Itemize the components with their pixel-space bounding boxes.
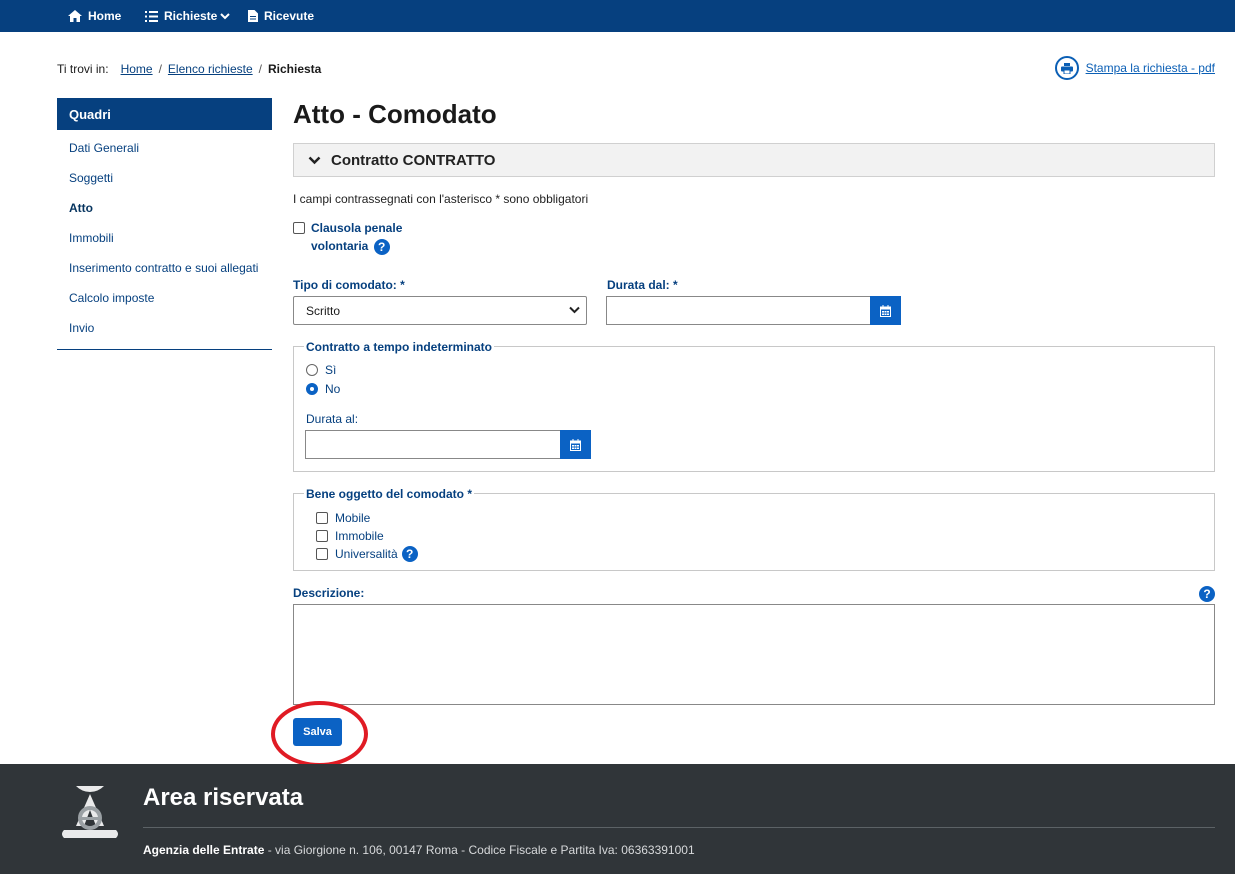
sidebar-item-calcolo-imposte[interactable]: Calcolo imposte xyxy=(57,283,272,313)
chevron-down-icon xyxy=(569,306,580,314)
footer-org: Agenzia delle Entrate xyxy=(143,843,265,857)
descrizione-label: Descrizione: xyxy=(293,586,365,600)
highlight-ring xyxy=(271,701,368,767)
sidebar-item-invio[interactable]: Invio xyxy=(57,313,272,343)
radio-si[interactable] xyxy=(306,364,318,376)
nav-richieste-label: Richieste xyxy=(164,9,218,23)
descrizione-textarea[interactable] xyxy=(293,604,1215,705)
chevron-down-icon xyxy=(308,156,321,164)
nav-ricevute[interactable]: Ricevute xyxy=(248,0,314,32)
calendar-icon xyxy=(570,438,581,451)
nav-ricevute-label: Ricevute xyxy=(264,9,315,23)
radio-option-si[interactable]: Sì xyxy=(306,363,336,377)
sidebar-item-immobili[interactable]: Immobili xyxy=(57,223,272,253)
chevron-down-icon xyxy=(220,12,231,19)
durata-al-label: Durata al: xyxy=(306,412,359,426)
footer-address: - via Giorgione n. 106, 00147 Roma - Cod… xyxy=(264,843,695,857)
sidebar-list: Dati Generali Soggetti Atto Immobili Ins… xyxy=(57,130,272,350)
calendar-icon xyxy=(880,304,891,317)
durata-dal-calendar-button[interactable] xyxy=(870,296,901,325)
sidebar-title: Quadri xyxy=(57,98,272,130)
breadcrumb-label: Ti trovi in: xyxy=(57,62,109,76)
sidebar: Quadri Dati Generali Soggetti Atto Immob… xyxy=(57,98,272,350)
radio-no[interactable] xyxy=(306,383,318,395)
footer-info: Agenzia delle Entrate - via Giorgione n.… xyxy=(143,843,695,857)
nav-home-label: Home xyxy=(88,9,122,23)
print-pdf-label: Stampa la richiesta - pdf xyxy=(1085,61,1215,75)
breadcrumb-home-link[interactable]: Home xyxy=(121,62,153,76)
immobile-checkbox[interactable] xyxy=(316,530,328,542)
help-icon[interactable]: ? xyxy=(401,546,418,562)
radio-no-label: No xyxy=(325,382,341,396)
section-toggle-contratto[interactable]: Contratto CONTRATTO xyxy=(293,143,1215,177)
printer-icon xyxy=(1054,56,1079,80)
top-nav: Home Richieste Ricevute xyxy=(0,0,1235,32)
bene-option-immobile[interactable]: Immobile xyxy=(316,529,384,543)
required-fields-note: I campi contrassegnati con l'asterisco *… xyxy=(293,192,589,206)
clausola-label-line1: Clausola penale xyxy=(311,221,403,235)
nav-richieste[interactable]: Richieste xyxy=(145,0,231,32)
footer-divider xyxy=(143,827,1215,828)
document-icon xyxy=(248,10,258,22)
home-icon xyxy=(68,10,82,22)
breadcrumb-current: Richiesta xyxy=(267,62,322,76)
durata-al-calendar-button[interactable] xyxy=(560,430,591,459)
clausola-penale-label[interactable]: Clausola penale volontaria ? xyxy=(311,219,406,255)
page-title: Atto - Comodato xyxy=(293,99,497,129)
list-icon xyxy=(145,10,158,22)
immobile-label: Immobile xyxy=(335,529,384,543)
sidebar-item-atto[interactable]: Atto xyxy=(57,193,272,223)
agenzia-logo-icon xyxy=(62,786,118,838)
help-icon[interactable]: ? xyxy=(1199,586,1215,602)
clausola-penale-checkbox[interactable] xyxy=(293,222,305,234)
clausola-label-line2: volontaria xyxy=(311,239,369,253)
tipo-comodato-value: Scritto xyxy=(306,303,341,318)
radio-option-no[interactable]: No xyxy=(306,382,340,396)
bene-legend: Bene oggetto del comodato * xyxy=(304,487,475,501)
bene-option-mobile[interactable]: Mobile xyxy=(316,511,370,525)
breadcrumb: Ti trovi in: Home / Elenco richieste / R… xyxy=(57,62,321,76)
section-title: Contratto CONTRATTO xyxy=(331,151,496,169)
print-pdf-link[interactable]: Stampa la richiesta - pdf xyxy=(1054,56,1215,80)
indeterminato-legend: Contratto a tempo indeterminato xyxy=(304,340,495,354)
breadcrumb-separator: / xyxy=(258,62,262,76)
durata-dal-label: Durata dal: * xyxy=(607,278,678,292)
breadcrumb-separator: / xyxy=(158,62,162,76)
sidebar-item-inserimento-contratto[interactable]: Inserimento contratto e suoi allegati xyxy=(57,253,272,283)
help-icon[interactable]: ? xyxy=(373,238,390,255)
sidebar-item-soggetti[interactable]: Soggetti xyxy=(57,163,272,193)
mobile-label: Mobile xyxy=(335,511,371,525)
tipo-comodato-label: Tipo di comodato: * xyxy=(293,278,405,292)
mobile-checkbox[interactable] xyxy=(316,512,328,524)
clausola-penale-option: Clausola penale volontaria ? xyxy=(293,219,406,255)
bene-option-universalita[interactable]: Universalità ? xyxy=(316,546,418,562)
tipo-comodato-select[interactable]: Scritto xyxy=(293,296,587,325)
radio-si-label: Sì xyxy=(325,363,337,377)
universalita-label: Universalità xyxy=(335,547,398,561)
durata-dal-input[interactable] xyxy=(606,296,871,325)
footer-title: Area riservata xyxy=(143,784,304,811)
nav-home[interactable]: Home xyxy=(68,0,121,32)
durata-al-input[interactable] xyxy=(305,430,561,459)
universalita-checkbox[interactable] xyxy=(316,548,328,560)
footer: Area riservata Agenzia delle Entrate - v… xyxy=(0,764,1235,874)
breadcrumb-elenco-link[interactable]: Elenco richieste xyxy=(168,62,253,76)
bene-fieldset xyxy=(293,493,1215,571)
sidebar-item-dati-generali[interactable]: Dati Generali xyxy=(57,133,272,163)
